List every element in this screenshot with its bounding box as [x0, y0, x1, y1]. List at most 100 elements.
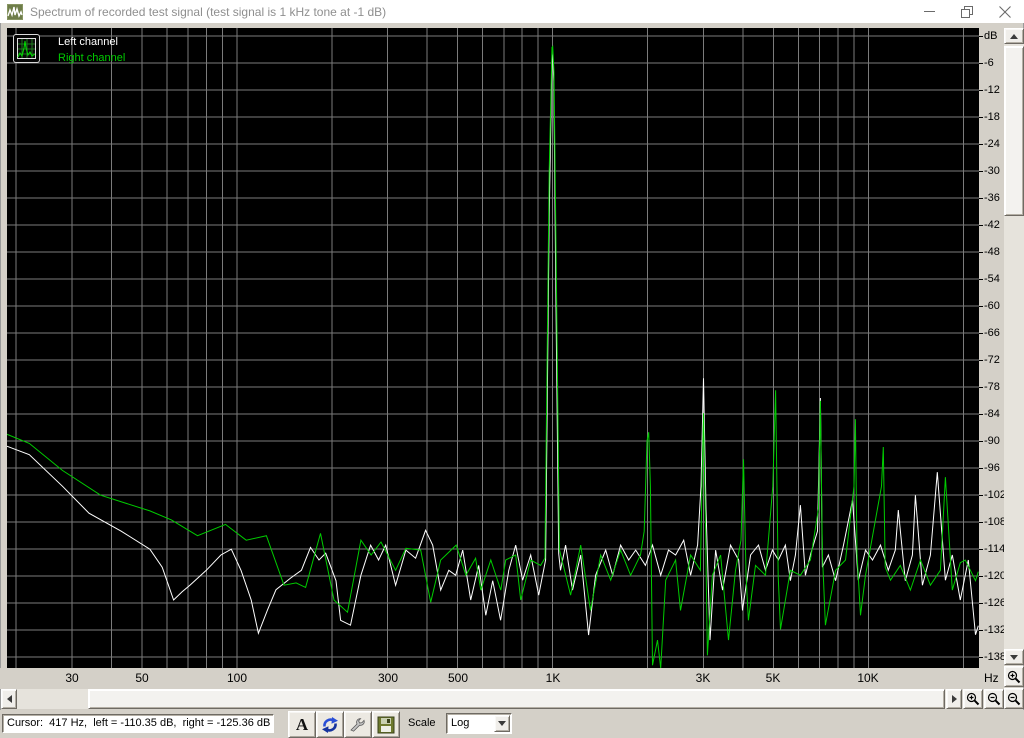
arrow-left-icon [6, 695, 12, 703]
minimize-button[interactable] [910, 0, 948, 23]
window-title: Spectrum of recorded test signal (test s… [30, 4, 387, 19]
scroll-up-button[interactable] [1004, 28, 1024, 44]
y-tick-label: -54 [984, 273, 1000, 285]
y-tick-label: -24 [984, 138, 1000, 150]
y-tick-mark [979, 387, 983, 388]
x-axis-labels: 30 50 100 300 500 1K 3K 5K 10K [0, 668, 979, 689]
wrench-icon [350, 717, 365, 732]
spectrum-thumbnail-icon [17, 38, 36, 59]
y-tick-label: -42 [984, 219, 1000, 231]
y-tick-label: -138 [984, 651, 1007, 663]
refresh-icon [322, 716, 338, 733]
x-tick-label: 500 [447, 671, 469, 685]
y-tick-mark [979, 279, 983, 280]
arrow-down-icon [1010, 654, 1018, 660]
y-tick-mark [979, 522, 983, 523]
x-zoom-out-button[interactable] [984, 689, 1004, 709]
vertical-scrollbar[interactable] [1004, 28, 1024, 665]
x-tick-label: 5K [765, 671, 781, 685]
y-tick-mark [979, 198, 983, 199]
y-tick-mark [979, 117, 983, 118]
scale-dropdown[interactable]: Log [446, 713, 512, 734]
waveform-icon [7, 3, 23, 20]
legend-right-channel: Right channel [58, 52, 126, 64]
y-tick-mark [979, 333, 983, 334]
y-tick-mark [979, 468, 983, 469]
y-tick-label: -48 [984, 246, 1000, 258]
status-bar: Cursor: 417 Hz, left = -110.35 dB, right… [0, 710, 1024, 738]
y-tick-label: -30 [984, 165, 1000, 177]
chevron-down-icon [498, 721, 506, 726]
arrow-up-icon [1010, 33, 1018, 39]
y-tick-mark [979, 144, 983, 145]
y-zoom-in-button[interactable] [1004, 666, 1024, 687]
x-tick-label: 100 [226, 671, 248, 685]
y-tick-label: -126 [984, 597, 1007, 609]
horizontal-scrollbar-thumb[interactable] [88, 689, 945, 709]
y-zoom-out-button[interactable] [1004, 688, 1024, 709]
y-tick-label: -132 [984, 624, 1007, 636]
spectrum-plot[interactable]: Left channel Right channel [7, 28, 979, 668]
close-button[interactable] [986, 0, 1024, 23]
vertical-scrollbar-thumb[interactable] [1004, 46, 1024, 216]
y-tick-mark [979, 252, 983, 253]
x-axis-unit-label: Hz [984, 671, 999, 685]
scroll-left-button[interactable] [1, 689, 17, 709]
legend-left-channel: Left channel [58, 36, 118, 48]
restore-icon [961, 5, 973, 18]
y-tick-mark [979, 576, 983, 577]
y-tick-label: -120 [984, 570, 1007, 582]
y-tick-label: -12 [984, 84, 1000, 96]
zoom-out-icon [1007, 692, 1021, 705]
legend-toggle-button[interactable] [13, 34, 40, 63]
dropdown-button[interactable] [494, 715, 510, 732]
y-tick-mark [979, 630, 983, 631]
y-tick-mark [979, 441, 983, 442]
y-tick-label: -96 [984, 462, 1000, 474]
y-tick-label: -108 [984, 516, 1007, 528]
minimize-icon [923, 11, 935, 12]
scroll-down-button[interactable] [1004, 649, 1024, 665]
y-tick-mark [979, 414, 983, 415]
x-zoom-in-button[interactable] [963, 689, 983, 709]
y-tick-label: -18 [984, 111, 1000, 123]
x-tick-label: 10K [857, 671, 879, 685]
font-button[interactable]: A [288, 711, 316, 738]
scroll-right-button[interactable] [946, 689, 962, 709]
y-tick-mark [979, 495, 983, 496]
y-tick-label: -36 [984, 192, 1000, 204]
y-tick-label: -66 [984, 327, 1000, 339]
save-button[interactable] [372, 711, 400, 738]
y-tick-label: -60 [984, 300, 1000, 312]
app-window: { "window": { "title": "Spectrum of reco… [0, 0, 1024, 738]
y-tick-label: -84 [984, 408, 1000, 420]
y-tick-label: -78 [984, 381, 1000, 393]
y-tick-mark [979, 225, 983, 226]
arrow-right-icon [951, 695, 957, 703]
y-tick-label: -6 [984, 57, 994, 69]
y-tick-label: -90 [984, 435, 1000, 447]
save-icon [377, 716, 395, 733]
y-axis-labels: Hz dB -6 -12 -18 -24 -30 -36 -42 -48 -54 -60 -66 -72… [979, 28, 1007, 689]
restore-button[interactable] [948, 0, 986, 23]
y-tick-mark [979, 603, 983, 604]
x-tick-label: 3K [695, 671, 711, 685]
horizontal-scrollbar[interactable] [1, 689, 962, 709]
x-tick-label: 30 [65, 671, 79, 685]
zoom-out-icon [987, 692, 1001, 706]
spectrum-chart[interactable] [7, 28, 979, 668]
y-tick-label: dB [984, 30, 998, 42]
cursor-readout: Cursor: 417 Hz, left = -110.35 dB, right… [2, 714, 274, 733]
y-tick-mark [979, 36, 983, 37]
y-tick-mark [979, 657, 983, 658]
y-tick-mark [979, 306, 983, 307]
y-tick-mark [979, 63, 983, 64]
refresh-button[interactable] [316, 711, 344, 738]
scale-selected-value: Log [451, 717, 470, 729]
x-tick-label: 50 [135, 671, 149, 685]
x-tick-label: 300 [377, 671, 399, 685]
legend: Left channel Right channel [13, 34, 125, 66]
y-tick-mark [979, 171, 983, 172]
settings-button[interactable] [344, 711, 372, 738]
zoom-in-icon [966, 692, 980, 706]
